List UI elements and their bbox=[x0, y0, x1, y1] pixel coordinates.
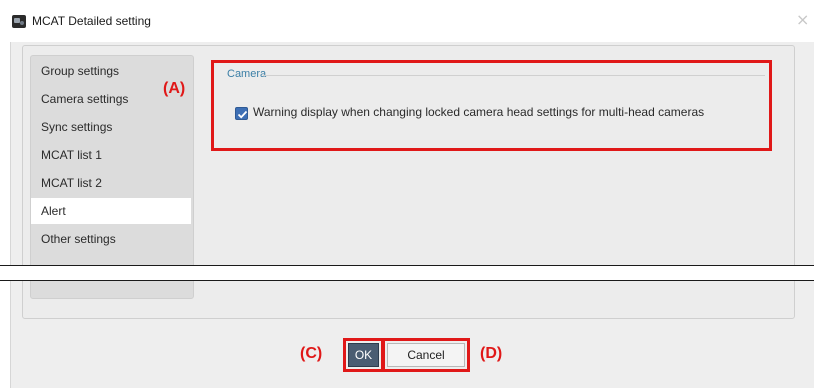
screenshot-cut-band bbox=[0, 266, 814, 280]
cancel-button[interactable]: Cancel bbox=[387, 343, 465, 367]
close-icon[interactable]: × bbox=[796, 10, 809, 29]
sidebar-item-alert[interactable]: Alert bbox=[31, 198, 191, 224]
cut-line-top bbox=[0, 265, 814, 266]
title-bar: MCAT Detailed setting × bbox=[0, 0, 814, 44]
ok-button[interactable]: OK bbox=[348, 343, 379, 367]
annotation-box-a bbox=[211, 60, 772, 151]
cut-line-bottom bbox=[0, 280, 814, 281]
app-camera-icon bbox=[12, 15, 26, 28]
annotation-label-d: (D) bbox=[480, 345, 503, 362]
annotation-label-c: (C) bbox=[300, 345, 323, 362]
sidebar-item-mcat-list-2[interactable]: MCAT list 2 bbox=[31, 170, 191, 196]
window-title: MCAT Detailed setting bbox=[32, 14, 151, 28]
annotation-label-a: (A) bbox=[163, 80, 186, 97]
sidebar-item-sync-settings[interactable]: Sync settings bbox=[31, 114, 191, 140]
sidebar-item-mcat-list-1[interactable]: MCAT list 1 bbox=[31, 142, 191, 168]
sidebar-item-other-settings[interactable]: Other settings bbox=[31, 226, 191, 252]
